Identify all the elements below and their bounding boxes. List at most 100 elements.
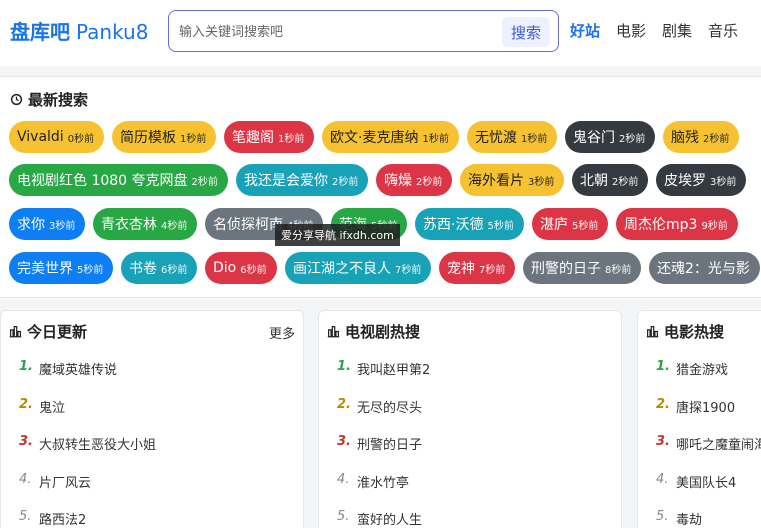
item-title: 哪吒之魔童闹海	[676, 438, 761, 453]
list-item[interactable]: 4. 美国队长4	[656, 472, 761, 510]
item-title: 大叔转生恶役大小姐	[39, 438, 157, 453]
tag-time: 5秒前	[572, 220, 599, 232]
recent-search-tag[interactable]: 画江湖之不良人 7秒前	[285, 252, 432, 284]
tag-time: 9秒前	[701, 220, 728, 232]
list-item[interactable]: 5. 路西法2	[19, 509, 156, 528]
list-item[interactable]: 2. 无尽的尽头	[337, 397, 430, 435]
recent-search-tag[interactable]: 电视剧红色 1080 夸克网盘 2秒前	[9, 164, 228, 196]
item-title: 蛮好的人生	[357, 513, 423, 528]
panel-title: 电视剧热搜	[327, 321, 420, 342]
recent-search-tag[interactable]: 鬼谷门 2秒前	[565, 121, 656, 153]
rank-number: 2.	[19, 396, 33, 412]
recent-search-tag[interactable]: 书卷 6秒前	[121, 252, 198, 284]
rank-number: 4.	[656, 471, 669, 487]
tag-time: 2秒前	[416, 176, 443, 188]
recent-search-tag[interactable]: 笔趣阁 1秒前	[224, 121, 315, 153]
tag-time: 2秒前	[703, 133, 730, 145]
panel-today-updates: 今日更新 更多 1. 魔域英雄传说 2. 鬼泣 3. 大叔转生恶役大小姐 4. 片厂风云…	[0, 310, 304, 528]
chart-bars-icon	[327, 326, 340, 338]
recent-search-tag[interactable]: 海外看片 3秒前	[460, 164, 565, 196]
rank-number: 2.	[337, 396, 351, 412]
tag-label: 青衣杏林	[101, 217, 157, 233]
recent-searches-heading: 最新搜索	[28, 91, 89, 109]
item-title: 刑警的日子	[357, 438, 423, 453]
nav-item-movies[interactable]: 电影	[616, 20, 646, 41]
recent-search-tag[interactable]: Vivaldi 0秒前	[9, 121, 105, 153]
recent-search-tag[interactable]: 完美世界 5秒前	[9, 252, 114, 284]
list-item[interactable]: 3. 大叔转生恶役大小姐	[19, 434, 156, 472]
ranking-list: 1. 魔域英雄传说 2. 鬼泣 3. 大叔转生恶役大小姐 4. 片厂风云 5. 路西法2	[19, 359, 156, 528]
logo-en: Panku8	[76, 20, 149, 44]
more-link[interactable]: 更多	[269, 323, 295, 342]
list-item[interactable]: 4. 淮水竹亭	[337, 472, 430, 510]
tag-time: 7秒前	[479, 264, 506, 276]
tag-time: 1秒前	[180, 133, 207, 145]
recent-search-tag[interactable]: 刑警的日子 8秒前	[523, 252, 642, 284]
recent-search-tag[interactable]: 脑残 2秒前	[663, 121, 740, 153]
tag-label: 完美世界	[17, 261, 73, 277]
list-item[interactable]: 4. 片厂风云	[19, 472, 156, 510]
recent-search-tag[interactable]: 青衣杏林 4秒前	[93, 208, 198, 240]
tag-time: 2秒前	[191, 176, 218, 188]
rank-number: 2.	[656, 396, 670, 412]
tag-label: 书卷	[129, 261, 157, 277]
rank-number: 4.	[337, 471, 350, 487]
search-box: 搜索	[168, 10, 559, 52]
nav-item-music[interactable]: 音乐	[708, 20, 738, 41]
rank-number: 3.	[656, 434, 670, 449]
tag-time: 5秒前	[77, 264, 104, 276]
recent-search-tag[interactable]: 我还是会爱你 2秒前	[236, 164, 369, 196]
recent-search-tag[interactable]: 还魂2：光与影	[649, 252, 760, 284]
recent-search-tag[interactable]: 宠神 7秒前	[439, 252, 516, 284]
chart-bars-icon	[9, 326, 22, 338]
tag-label: 还魂2：光与影	[657, 261, 750, 277]
recent-search-tag[interactable]: Dio 6秒前	[205, 252, 277, 284]
recent-search-tag[interactable]: 欧文·麦克唐纳 1秒前	[322, 121, 459, 153]
list-item[interactable]: 1. 我叫赵甲第2	[337, 359, 430, 397]
list-item[interactable]: 5. 蛮好的人生	[337, 509, 430, 528]
tag-label: 无忧渡	[475, 130, 517, 146]
recent-search-tag[interactable]: 湛庐 5秒前	[532, 208, 609, 240]
tag-time: 1秒前	[278, 133, 305, 145]
recent-searches-section: 最新搜索 Vivaldi 0秒前 简历模板 1秒前 笔趣阁 1秒前 欧文·麦克唐纳 1秒前 无忧…	[0, 76, 761, 298]
recent-search-tag[interactable]: 周杰伦mp3 9秒前	[616, 208, 738, 240]
recent-search-tag[interactable]: 简历模板 1秒前	[112, 121, 217, 153]
list-item[interactable]: 3. 哪吒之魔童闹海	[656, 434, 761, 472]
tag-time: 3秒前	[528, 176, 555, 188]
nav-item-sites[interactable]: 好站	[570, 20, 600, 41]
tag-label: 北朝	[580, 173, 608, 189]
tag-label: Vivaldi	[17, 129, 64, 145]
tag-label: 笔趣阁	[232, 130, 274, 146]
item-title: 淮水竹亭	[357, 475, 410, 491]
recent-search-tag[interactable]: 求你 3秒前	[9, 208, 86, 240]
tag-time: 4秒前	[161, 220, 188, 232]
panel-heading: 电视剧热搜	[345, 323, 421, 341]
tag-label: 湛庐	[540, 217, 568, 233]
item-title: 无尽的尽头	[357, 400, 423, 416]
search-button[interactable]: 搜索	[502, 17, 550, 47]
tag-time: 8秒前	[605, 264, 632, 276]
tag-label: 刑警的日子	[531, 261, 601, 277]
main-nav: 好站 电影 剧集 音乐	[570, 20, 738, 41]
rank-number: 1.	[337, 359, 351, 374]
recent-search-tag[interactable]: 北朝 2秒前	[572, 164, 649, 196]
list-item[interactable]: 2. 鬼泣	[19, 397, 156, 435]
list-item[interactable]: 1. 猎金游戏	[656, 359, 761, 397]
tag-label: 我还是会爱你	[244, 173, 328, 189]
recent-search-tag[interactable]: 无忧渡 1秒前	[467, 121, 558, 153]
tag-label: 苏西·沃德	[423, 217, 484, 233]
recent-search-tag[interactable]: 皮埃罗 3秒前	[656, 164, 747, 196]
search-input[interactable]	[179, 21, 479, 43]
list-item[interactable]: 1. 魔域英雄传说	[19, 359, 156, 397]
tag-time: 3秒前	[49, 220, 76, 232]
item-title: 猎金游戏	[676, 363, 729, 378]
tag-label: 电视剧红色 1080 夸克网盘	[17, 173, 188, 189]
list-item[interactable]: 3. 刑警的日子	[337, 434, 430, 472]
recent-search-tag[interactable]: 嗨燥 2秒前	[376, 164, 453, 196]
recent-search-tag[interactable]: 苏西·沃德 5秒前	[415, 208, 524, 240]
nav-item-series[interactable]: 剧集	[662, 20, 692, 41]
list-item[interactable]: 2. 唐探1900	[656, 397, 761, 435]
list-item[interactable]: 5. 毒劫	[656, 509, 761, 528]
tag-label: 画江湖之不良人	[293, 261, 391, 277]
site-logo[interactable]: 盘库吧 Panku8	[10, 16, 148, 45]
